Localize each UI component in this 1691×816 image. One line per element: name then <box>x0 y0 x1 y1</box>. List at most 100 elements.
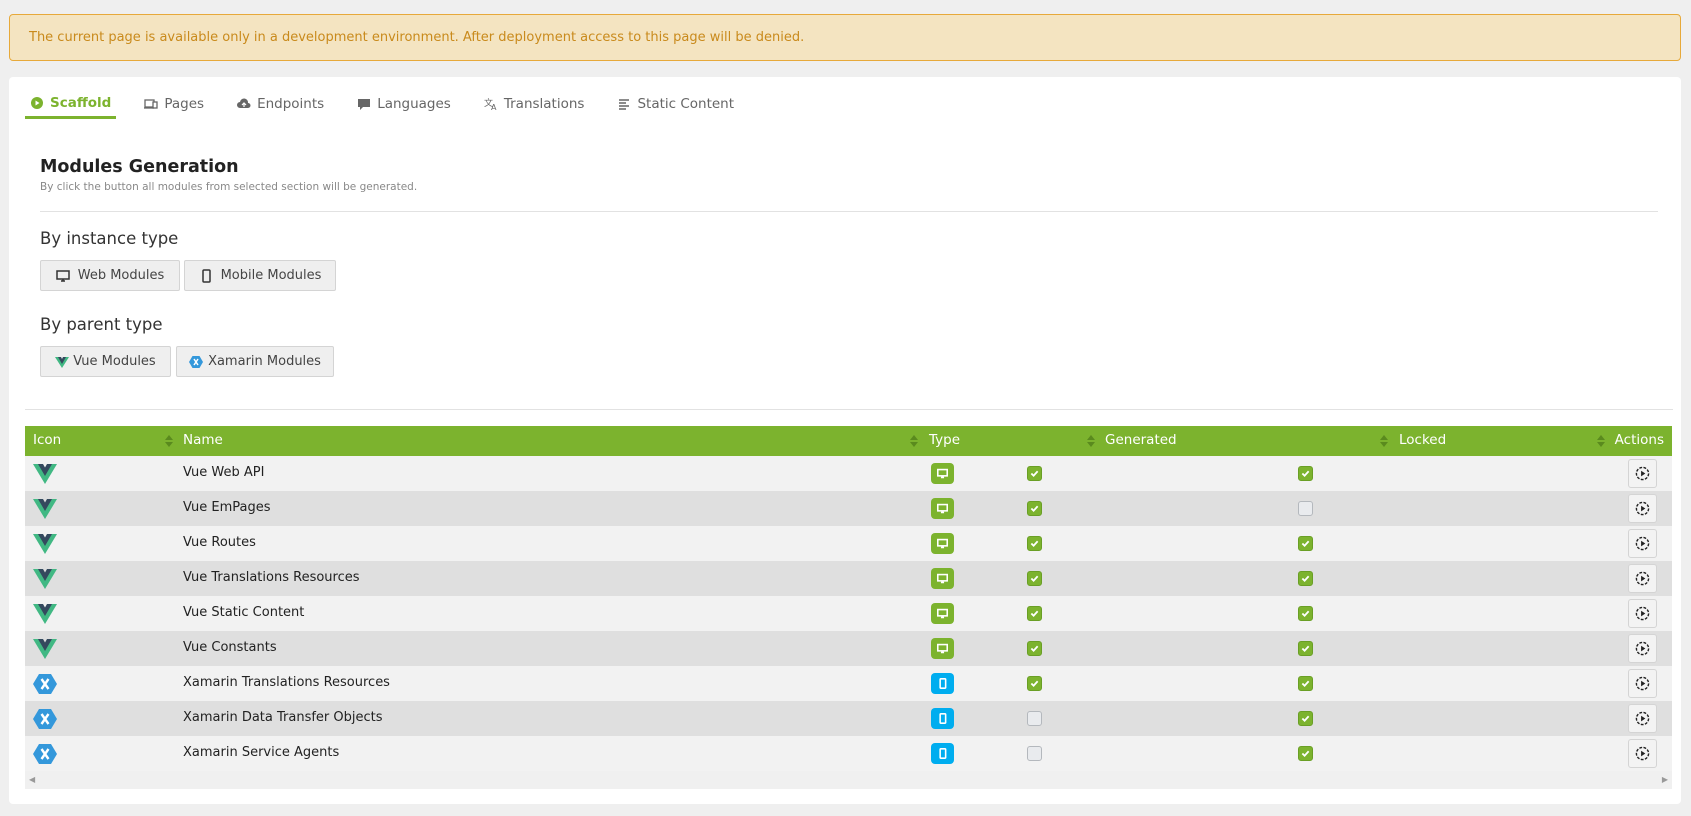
locked-checkbox[interactable] <box>1298 676 1313 691</box>
tab-label: Pages <box>164 96 205 112</box>
generated-checkbox[interactable] <box>1027 641 1042 656</box>
desktop-icon <box>931 498 954 519</box>
xamarin-logo-icon <box>189 355 204 368</box>
scroll-right-icon[interactable]: ▶ <box>1662 775 1668 784</box>
tab-label: Translations <box>503 96 585 112</box>
mobile-modules-button[interactable]: Mobile Modules <box>184 260 336 291</box>
generated-checkbox[interactable] <box>1027 676 1042 691</box>
divider <box>40 211 1658 212</box>
vue-logo-icon <box>33 498 57 520</box>
locked-checkbox[interactable] <box>1298 466 1313 481</box>
cloud-upload-icon <box>237 98 251 108</box>
play-circle-icon <box>1635 676 1650 691</box>
column-header-actions: Actions <box>1614 432 1664 448</box>
column-header-generated[interactable]: Generated <box>1105 432 1177 448</box>
vue-logo-icon <box>33 533 57 555</box>
sort-icon[interactable] <box>165 434 173 448</box>
tab-label: Languages <box>377 96 451 112</box>
generate-button[interactable] <box>1628 669 1657 698</box>
vue-logo-icon <box>33 638 57 660</box>
play-circle-icon <box>1635 571 1650 586</box>
play-circle-icon <box>1635 711 1650 726</box>
locked-checkbox[interactable] <box>1298 641 1313 656</box>
tab-languages[interactable]: Languages <box>352 89 456 119</box>
generated-checkbox[interactable] <box>1027 571 1042 586</box>
table-row: Xamarin Translations Resources <box>25 666 1672 701</box>
table-body: Vue Web API Vue EmPages Vue Routes Vue T… <box>25 456 1672 771</box>
vue-modules-button[interactable]: Vue Modules <box>40 346 171 377</box>
sort-icon[interactable] <box>910 434 918 448</box>
sort-icon[interactable] <box>1380 434 1388 448</box>
generated-checkbox[interactable] <box>1027 536 1042 551</box>
tab-static-content[interactable]: Static Content <box>612 89 739 119</box>
desktop-icon <box>931 638 954 659</box>
vue-logo-icon <box>33 568 57 590</box>
web-modules-button[interactable]: Web Modules <box>40 260 180 291</box>
table-row: Vue Constants <box>25 631 1672 666</box>
table-row: Vue EmPages <box>25 491 1672 526</box>
locked-checkbox[interactable] <box>1298 501 1313 516</box>
generate-button[interactable] <box>1628 599 1657 628</box>
table-row: Vue Translations Resources <box>25 561 1672 596</box>
horizontal-scrollbar[interactable]: ◀ ▶ <box>25 771 1672 789</box>
module-name: Xamarin Service Agents <box>183 745 340 760</box>
tab-endpoints[interactable]: Endpoints <box>232 89 329 119</box>
table-row: Vue Static Content <box>25 596 1672 631</box>
generate-button[interactable] <box>1628 704 1657 733</box>
generate-button[interactable] <box>1628 739 1657 768</box>
play-circle-icon <box>1635 466 1650 481</box>
desktop-icon <box>931 568 954 589</box>
module-name: Xamarin Data Transfer Objects <box>183 710 383 725</box>
main-card: Scaffold Pages Endpoints Languages 文A Tr… <box>9 77 1681 804</box>
generate-button[interactable] <box>1628 564 1657 593</box>
locked-checkbox[interactable] <box>1298 606 1313 621</box>
column-header-type[interactable]: Type <box>929 432 960 448</box>
generate-button[interactable] <box>1628 634 1657 663</box>
generated-checkbox[interactable] <box>1027 466 1042 481</box>
dev-environment-warning: The current page is available only in a … <box>9 14 1681 61</box>
vue-logo-icon <box>33 463 57 485</box>
button-label: Mobile Modules <box>220 268 322 283</box>
module-name: Vue Static Content <box>183 605 305 620</box>
play-circle-icon <box>1635 746 1650 761</box>
generate-button[interactable] <box>1628 494 1657 523</box>
generate-button[interactable] <box>1628 459 1657 488</box>
tab-bar: Scaffold Pages Endpoints Languages 文A Tr… <box>25 89 762 119</box>
locked-checkbox[interactable] <box>1298 711 1313 726</box>
tab-scaffold[interactable]: Scaffold <box>25 89 117 119</box>
divider <box>25 409 1673 410</box>
section-subtitle: By click the button all modules from sel… <box>40 181 418 193</box>
locked-checkbox[interactable] <box>1298 746 1313 761</box>
translate-icon: 文A <box>484 97 497 111</box>
locked-checkbox[interactable] <box>1298 571 1313 586</box>
tab-label: Static Content <box>637 96 735 112</box>
generated-checkbox[interactable] <box>1027 501 1042 516</box>
module-name: Xamarin Translations Resources <box>183 675 390 690</box>
vue-logo-icon <box>33 603 57 625</box>
generated-checkbox[interactable] <box>1027 606 1042 621</box>
devices-icon <box>144 99 158 109</box>
generated-checkbox[interactable] <box>1027 711 1042 726</box>
table-row: Vue Routes <box>25 526 1672 561</box>
sort-icon[interactable] <box>1597 434 1605 448</box>
tab-translations[interactable]: 文A Translations <box>479 89 590 119</box>
play-circle-icon <box>1635 536 1650 551</box>
tab-pages[interactable]: Pages <box>139 89 209 119</box>
locked-checkbox[interactable] <box>1298 536 1313 551</box>
column-header-icon[interactable]: Icon <box>33 432 61 448</box>
play-circle-icon <box>31 96 43 109</box>
generated-checkbox[interactable] <box>1027 746 1042 761</box>
xamarin-modules-button[interactable]: Xamarin Modules <box>176 346 334 377</box>
column-header-name[interactable]: Name <box>183 432 223 448</box>
mobile-icon <box>931 673 954 694</box>
sort-icon[interactable] <box>1087 434 1095 448</box>
generate-button[interactable] <box>1628 529 1657 558</box>
scroll-left-icon[interactable]: ◀ <box>29 775 35 784</box>
vue-logo-icon <box>55 356 70 368</box>
button-label: Vue Modules <box>73 354 156 369</box>
table-header: Icon Name Type Generated Locked Actions <box>25 426 1672 456</box>
column-header-locked[interactable]: Locked <box>1399 432 1446 448</box>
desktop-icon <box>931 603 954 624</box>
module-name: Vue Routes <box>183 535 256 550</box>
desktop-icon <box>55 269 70 282</box>
